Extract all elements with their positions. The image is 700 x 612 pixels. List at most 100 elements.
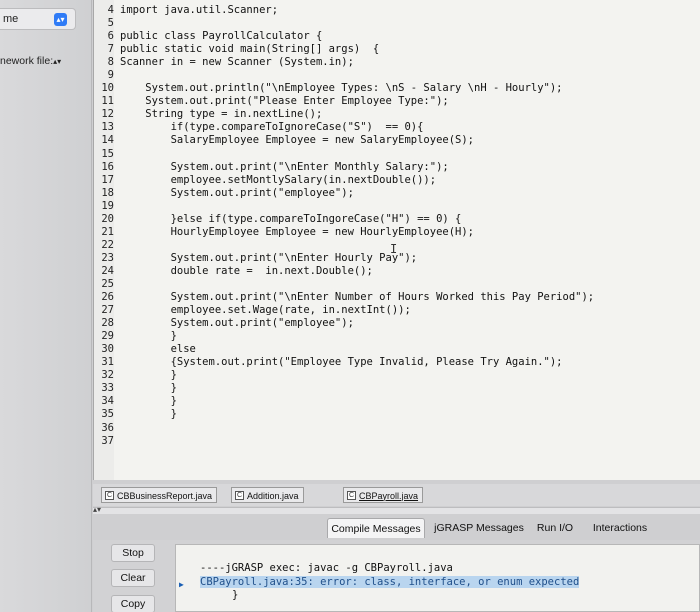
tab-compile-messages[interactable]: Compile Messages [327, 518, 425, 538]
code-line[interactable]: 11 System.out.print("Please Enter Employ… [94, 95, 694, 108]
code-line[interactable]: 20 }else if(type.compareToIngoreCase("H"… [94, 213, 694, 226]
code-line[interactable]: 36 [94, 422, 694, 435]
line-text[interactable]: System.out.print("\nEnter Monthly Salary… [114, 161, 449, 174]
code-line[interactable]: 34 } [94, 395, 694, 408]
code-line[interactable]: 8 Scanner in = new Scanner (System.in); [94, 56, 694, 69]
stop-button[interactable]: Stop [111, 544, 155, 562]
code-line[interactable]: 15 [94, 148, 694, 161]
code-line[interactable]: 14 SalaryEmployee Employee = new SalaryE… [94, 134, 694, 147]
file-tab-addition[interactable]: C Addition.java [231, 487, 304, 503]
code-line[interactable]: 35 } [94, 408, 694, 421]
code-line[interactable]: 16 System.out.print("\nEnter Monthly Sal… [94, 161, 694, 174]
line-text[interactable] [114, 148, 120, 161]
line-number: 15 [101, 147, 114, 160]
code-line[interactable]: 29 } [94, 330, 694, 343]
line-number: 13 [101, 121, 114, 134]
line-number: 8 [107, 56, 114, 69]
code-line[interactable]: 31 {System.out.print("Employee Type Inva… [94, 356, 694, 369]
line-text[interactable]: System.out.print("Please Enter Employee … [114, 95, 448, 108]
line-text[interactable]: } [114, 382, 177, 395]
code-line[interactable]: 9 [94, 69, 694, 82]
line-number: 9 [107, 69, 114, 82]
line-text[interactable]: employee.set.Wage(rate, in.nextInt()); [114, 304, 411, 317]
stepper-icon[interactable]: ▴▾ [54, 13, 67, 26]
line-text[interactable]: System.out.print("\nEnter Number of Hour… [114, 291, 595, 304]
tab-interactions[interactable]: Interactions [585, 518, 655, 538]
line-number: 11 [101, 95, 114, 108]
code-line[interactable]: 33 } [94, 382, 694, 395]
copy-button[interactable]: Copy [111, 595, 155, 612]
line-text[interactable]: public static void main(String[] args) { [114, 43, 379, 56]
code-line[interactable]: 7 public static void main(String[] args) … [94, 43, 694, 56]
line-text[interactable]: import java.util.Scanner; [114, 4, 278, 17]
code-line[interactable]: 28 System.out.print("employee"); [94, 317, 694, 330]
line-text[interactable] [114, 200, 120, 213]
line-text[interactable]: String type = in.nextLine(); [114, 108, 322, 121]
line-text[interactable]: } [114, 330, 177, 343]
line-text[interactable]: } [114, 408, 177, 421]
code-line[interactable]: 18 System.out.print("employee"); [94, 187, 694, 200]
code-line[interactable]: 25 [94, 278, 694, 291]
code-line[interactable]: 12 String type = in.nextLine(); [94, 108, 694, 121]
line-text[interactable] [114, 278, 120, 291]
code-line[interactable]: 6 public class PayrollCalculator { [94, 30, 694, 43]
tab-run-io[interactable]: Run I/O [531, 518, 579, 538]
code-line[interactable]: 5 [94, 17, 694, 30]
clear-button[interactable]: Clear [111, 569, 155, 587]
line-text[interactable]: SalaryEmployee Employee = new SalaryEmpl… [114, 134, 474, 147]
line-text[interactable] [114, 17, 120, 30]
framework-file-selector[interactable]: nework file:▴▾ [0, 55, 74, 70]
line-text[interactable]: {System.out.print("Employee Type Invalid… [114, 356, 563, 369]
line-text[interactable] [114, 69, 120, 82]
code-line[interactable]: 21 HourlyEmployee Employee = new HourlyE… [94, 226, 694, 239]
line-text[interactable]: HourlyEmployee Employee = new HourlyEmpl… [114, 226, 474, 239]
file-tab-label: CBPayroll.java [359, 490, 419, 501]
line-text[interactable]: double rate = in.next.Double(); [114, 265, 373, 278]
line-text[interactable]: public class PayrollCalculator { [114, 30, 322, 43]
code-line[interactable]: 32 } [94, 369, 694, 382]
console-error-line[interactable]: CBPayroll.java:35: error: class, interfa… [200, 576, 580, 588]
compile-console[interactable]: ----jGRASP exec: javac -g CBPayroll.java… [175, 544, 700, 612]
code-line[interactable]: 37 [94, 435, 694, 448]
code-line[interactable]: 30 else [94, 343, 694, 356]
code-line[interactable]: 17 employee.setMontlySalary(in.nextDoubl… [94, 174, 694, 187]
console-exec-line: ----jGRASP exec: javac -g CBPayroll.java [200, 562, 453, 574]
line-text[interactable]: System.out.print("employee"); [114, 187, 354, 200]
code-editor[interactable]: 4 import java.util.Scanner; 5 6 public class… [93, 0, 700, 480]
code-line[interactable]: 4 import java.util.Scanner; [94, 4, 694, 17]
line-text[interactable]: } [114, 369, 177, 382]
code-line[interactable]: 19 [94, 200, 694, 213]
java-file-icon: C [235, 491, 244, 500]
line-text[interactable]: }else if(type.compareToIngoreCase("H") =… [114, 213, 462, 226]
error-marker-icon: ▶ [179, 580, 184, 589]
line-text[interactable]: employee.setMontlySalary(in.nextDouble()… [114, 174, 437, 187]
workspace-selector[interactable]: me ▴▾ [0, 8, 76, 30]
left-sidebar: me ▴▾ nework file:▴▾ [0, 0, 92, 612]
code-line[interactable]: 13 if(type.compareToIgnoreCase("S") == 0… [94, 121, 694, 134]
line-number: 26 [101, 291, 114, 304]
line-text[interactable]: } [114, 395, 177, 408]
tab-jgrasp-messages[interactable]: jGRASP Messages [433, 518, 525, 538]
code-line[interactable]: 27 employee.set.Wage(rate, in.nextInt())… [94, 304, 694, 317]
line-text[interactable]: Scanner in = new Scanner (System.in); [114, 56, 354, 69]
code-line[interactable]: 24 double rate = in.next.Double(); [94, 265, 694, 278]
collapse-arrows-icon[interactable]: ▴▾ [93, 505, 101, 514]
pane-divider[interactable]: ▴▾ [93, 505, 700, 514]
line-text[interactable] [114, 422, 120, 435]
line-number: 6 [107, 30, 114, 43]
line-text[interactable]: else [114, 343, 196, 356]
line-text[interactable] [114, 435, 120, 448]
code-lines[interactable]: 4 import java.util.Scanner; 5 6 public class… [94, 4, 694, 448]
file-tab-cbbusinessreport[interactable]: C CBBusinessReport.java [101, 487, 218, 503]
line-text[interactable] [114, 239, 120, 252]
code-line[interactable]: 26 System.out.print("\nEnter Number of H… [94, 291, 694, 304]
line-text[interactable]: if(type.compareToIgnoreCase("S") == 0){ [114, 121, 424, 134]
code-line[interactable]: 10 System.out.println("\nEmployee Types:… [94, 82, 694, 95]
line-number: 18 [101, 186, 114, 199]
line-number: 16 [101, 160, 114, 173]
file-tabs-bar: C CBBusinessReport.java C Addition.java … [93, 484, 700, 506]
line-text[interactable]: System.out.print("employee"); [114, 317, 354, 330]
line-text[interactable]: System.out.print("\nEnter Hourly Pay"); [114, 252, 418, 265]
file-tab-cbpayroll[interactable]: C CBPayroll.java [343, 487, 424, 503]
line-text[interactable]: System.out.println("\nEmployee Types: \n… [114, 82, 562, 95]
